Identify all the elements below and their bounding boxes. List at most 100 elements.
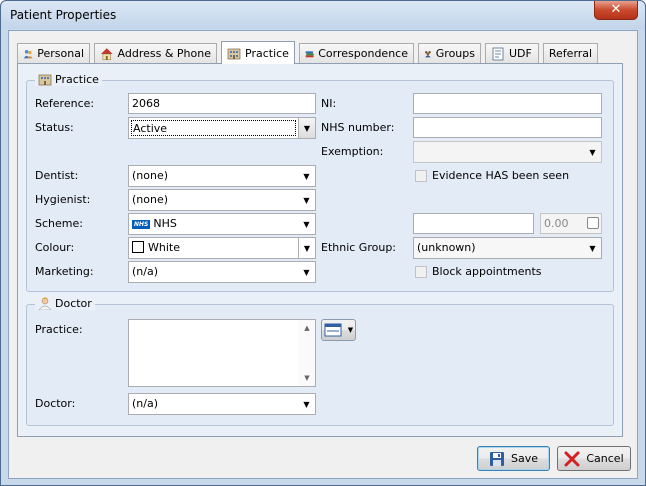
save-label: Save (510, 452, 538, 465)
vertical-scrollbar[interactable]: ▲ ▼ (299, 320, 315, 386)
dialog-client: Personal Address & Phone Practice Corres… (8, 30, 638, 479)
tab-referral[interactable]: Referral (543, 43, 598, 63)
tab-label: Groups (435, 47, 475, 60)
tab-label: Referral (548, 47, 593, 60)
amount-value: 0.00 (544, 217, 569, 230)
ni-field[interactable] (413, 93, 602, 114)
tab-label: Correspondence (318, 47, 408, 60)
ni-label: NI: (321, 97, 337, 110)
practice-group-label: Practice (55, 72, 99, 86)
extra-field[interactable] (413, 213, 534, 234)
window-title: Patient Properties (10, 8, 117, 22)
building-icon (227, 48, 241, 60)
chevron-down-icon[interactable]: ▼ (298, 394, 315, 414)
ethnic-group-label: Ethnic Group: (321, 241, 397, 254)
title-bar: Patient Properties ✕ (1, 1, 645, 29)
practice-tab-panel: Practice Reference: 2068 Status: Active … (17, 63, 623, 437)
scheme-combo[interactable]: NHS NHS ▼ (128, 213, 316, 235)
tab-label: UDF (509, 47, 532, 60)
amount-toggle[interactable] (587, 217, 599, 229)
ethnic-group-combo[interactable]: (unknown) ▼ (413, 237, 602, 259)
exemption-label: Exemption: (321, 145, 384, 158)
doctor-group-title: Doctor (35, 296, 95, 310)
chevron-down-icon[interactable]: ▼ (584, 238, 601, 258)
chevron-down-icon[interactable]: ▼ (298, 166, 315, 186)
people-icon (23, 49, 33, 58)
chevron-down-icon[interactable]: ▼ (298, 238, 315, 258)
evidence-checkbox[interactable]: Evidence HAS been seen (415, 169, 569, 182)
practice-group-title: Practice (35, 72, 102, 86)
chevron-down-icon[interactable]: ▼ (584, 142, 601, 162)
doctor-value: (n/a) (132, 397, 159, 410)
ethnic-group-value: (unknown) (417, 241, 476, 254)
building-icon (38, 74, 52, 86)
tab-label: Address & Phone (117, 47, 211, 60)
document-icon (492, 47, 504, 60)
tab-label: Practice (245, 46, 289, 60)
chevron-down-icon[interactable]: ▼ (298, 262, 315, 282)
doctor-combo[interactable]: (n/a) ▼ (128, 393, 316, 415)
doctor-label: Doctor: (35, 397, 76, 410)
dentist-label: Dentist: (35, 169, 79, 182)
exemption-combo[interactable]: ▼ (413, 141, 602, 163)
dentist-value: (none) (132, 169, 169, 182)
chevron-down-icon: ▼ (347, 326, 354, 334)
tab-udf[interactable]: UDF (485, 43, 539, 63)
cancel-label: Cancel (586, 452, 624, 465)
checkbox-box[interactable] (415, 265, 427, 278)
group-icon (424, 50, 431, 57)
reference-field[interactable]: 2068 (128, 93, 316, 114)
tab-label: Personal (37, 47, 84, 60)
tab-groups[interactable]: Groups (418, 43, 481, 63)
nhs-number-field[interactable] (413, 117, 602, 138)
hygienist-combo[interactable]: (none) ▼ (128, 189, 316, 211)
doctor-icon (38, 297, 52, 310)
tab-correspondence[interactable]: Correspondence (299, 43, 414, 63)
nhs-number-label: NHS number: (321, 121, 395, 134)
marketing-value: (n/a) (132, 265, 159, 278)
amount-field[interactable]: 0.00 (540, 213, 602, 234)
address-card-button[interactable]: ▼ (321, 319, 356, 341)
doctor-practice-label: Practice: (35, 323, 83, 336)
marketing-combo[interactable]: (n/a) ▼ (128, 261, 316, 283)
scroll-up-icon[interactable]: ▲ (299, 320, 315, 336)
tab-personal[interactable]: Personal (17, 43, 90, 63)
scheme-value: NHS (153, 217, 177, 230)
checkbox-box[interactable] (415, 169, 427, 182)
colour-label: Colour: (35, 241, 75, 254)
evidence-label: Evidence HAS been seen (432, 169, 570, 182)
status-combo[interactable]: Active ▼ (128, 117, 316, 139)
address-card-icon (324, 323, 342, 337)
tab-practice[interactable]: Practice (221, 41, 295, 64)
close-button[interactable]: ✕ (594, 1, 638, 20)
reference-label: Reference: (35, 97, 95, 110)
house-icon (100, 47, 113, 60)
status-label: Status: (35, 121, 74, 134)
hygienist-value: (none) (132, 193, 169, 206)
nhs-logo-icon: NHS (132, 220, 151, 229)
block-appointments-checkbox[interactable]: Block appointments (415, 265, 542, 278)
chevron-down-icon[interactable]: ▼ (298, 190, 315, 210)
marketing-label: Marketing: (35, 265, 94, 278)
patient-properties-window: Patient Properties ✕ Personal Address & … (0, 0, 646, 486)
colour-swatch (132, 241, 144, 253)
status-value: Active (131, 120, 296, 136)
doctor-practice-textarea[interactable]: ▲ ▼ (128, 319, 316, 387)
hygienist-label: Hygienist: (35, 193, 91, 206)
floppy-disk-icon (489, 451, 504, 466)
books-icon (305, 50, 314, 57)
practice-group: Practice Reference: 2068 Status: Active … (26, 72, 614, 292)
dentist-combo[interactable]: (none) ▼ (128, 165, 316, 187)
scheme-label: Scheme: (35, 217, 83, 230)
colour-combo[interactable]: White ▼ (128, 237, 316, 259)
tab-address-phone[interactable]: Address & Phone (94, 43, 217, 63)
chevron-down-icon[interactable]: ▼ (298, 118, 315, 138)
chevron-down-icon[interactable]: ▼ (298, 214, 315, 234)
save-button[interactable]: Save (477, 446, 550, 471)
cancel-x-icon (564, 451, 580, 466)
cancel-button[interactable]: Cancel (557, 446, 631, 471)
colour-value: White (148, 241, 180, 254)
doctor-group: Doctor Practice: ▲ ▼ ▼ Doctor: (n/a) ▼ (26, 296, 614, 426)
scroll-down-icon[interactable]: ▼ (299, 370, 315, 386)
block-appointments-label: Block appointments (432, 265, 542, 278)
